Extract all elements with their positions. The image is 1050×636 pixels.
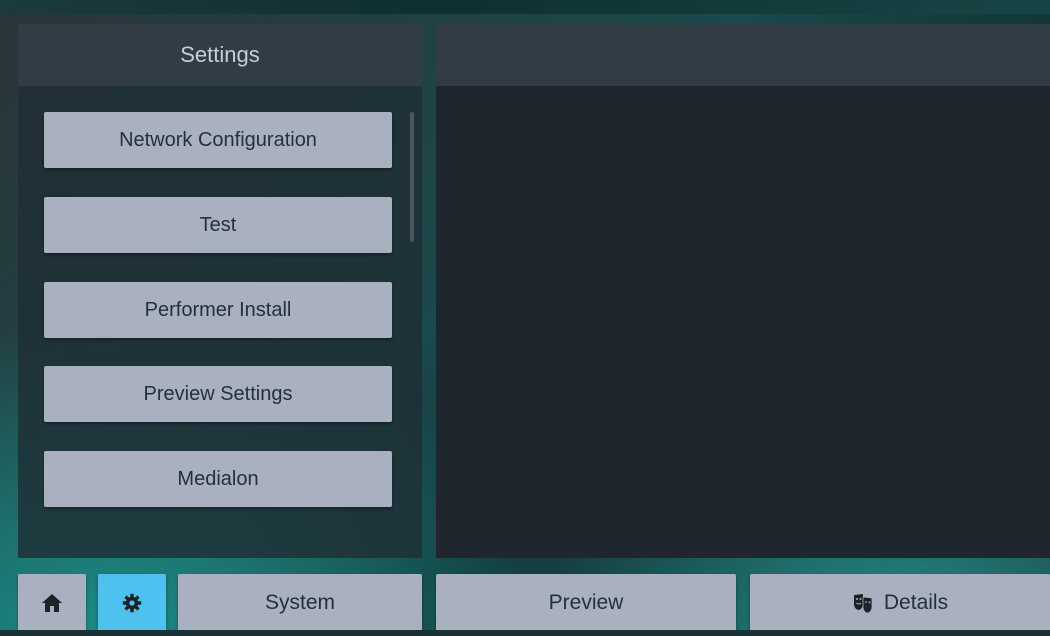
medialon-button[interactable]: Medialon <box>44 451 392 507</box>
preview-button[interactable]: Preview <box>436 574 736 632</box>
details-label: Details <box>883 591 949 614</box>
home-icon <box>41 593 63 613</box>
content-header <box>436 24 1050 86</box>
preview-settings-button[interactable]: Preview Settings <box>44 366 392 422</box>
settings-button[interactable] <box>98 574 166 632</box>
settings-header: Settings <box>18 24 422 86</box>
network-configuration-button[interactable]: Network Configuration <box>44 112 392 168</box>
bottom-nav-bar: System Preview Details <box>0 566 1050 636</box>
top-frame <box>0 0 1050 14</box>
theater-masks-icon <box>852 592 874 614</box>
performer-install-button[interactable]: Performer Install <box>44 282 392 338</box>
settings-panel: Settings Network Configuration Test Perf… <box>18 24 422 558</box>
system-button[interactable]: System <box>178 574 422 632</box>
settings-scrollbar[interactable] <box>410 112 414 242</box>
content-panel <box>436 24 1050 558</box>
settings-title: Settings <box>180 42 260 67</box>
settings-menu-list[interactable]: Network Configuration Test Performer Ins… <box>18 86 422 558</box>
details-content: Details <box>852 591 948 615</box>
bottom-strip <box>0 630 1050 636</box>
test-button[interactable]: Test <box>44 197 392 253</box>
gear-icon <box>122 593 142 613</box>
details-button[interactable]: Details <box>750 574 1050 632</box>
home-button[interactable] <box>18 574 86 632</box>
